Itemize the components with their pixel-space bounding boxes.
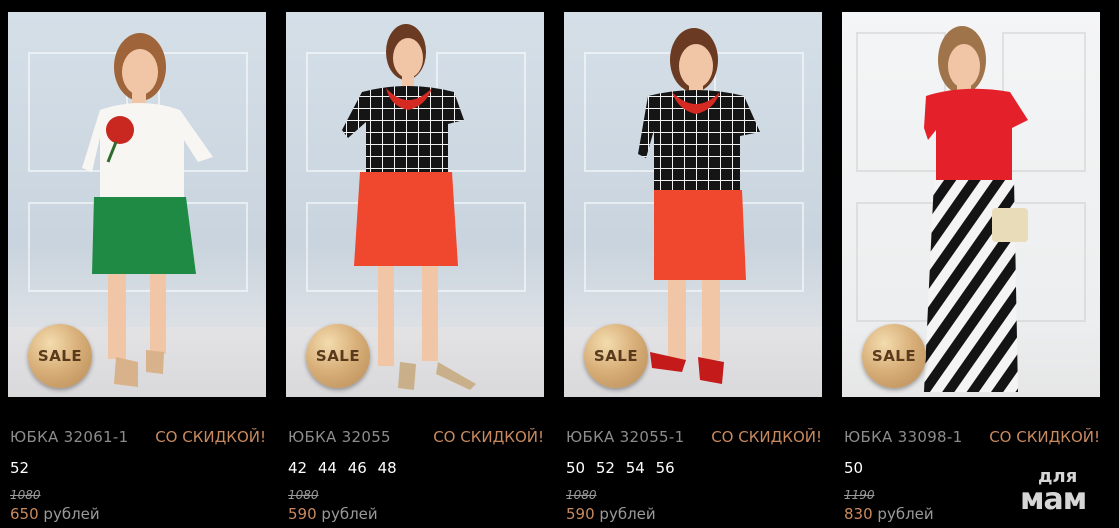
old-price: 1190 <box>844 488 875 502</box>
product-name[interactable]: ЮБКА 32055 <box>288 428 391 446</box>
sizes-list: 42 44 46 48 <box>288 459 397 477</box>
sale-badge: SALE <box>28 324 92 388</box>
product-card: SALE ЮБКА 33098-1 СО СКИДКОЙ! 50 1190 83… <box>842 0 1100 528</box>
watermark-logo: для мам <box>1018 466 1108 526</box>
price-value: 590 <box>288 505 317 523</box>
discount-label: СО СКИДКОЙ! <box>711 428 822 446</box>
product-card: SALE ЮБКА 32061-1 СО СКИДКОЙ! 52 1080 65… <box>8 0 266 528</box>
product-photo[interactable]: SALE <box>286 12 544 397</box>
discount-label: СО СКИДКОЙ! <box>433 428 544 446</box>
product-name[interactable]: ЮБКА 33098-1 <box>844 428 962 446</box>
current-price: 650 рублей <box>10 505 100 523</box>
sale-badge: SALE <box>862 324 926 388</box>
sizes-list: 52 <box>10 459 30 477</box>
product-name[interactable]: ЮБКА 32061-1 <box>10 428 128 446</box>
product-card: SALE ЮБКА 32055-1 СО СКИДКОЙ! 50 52 54 5… <box>564 0 822 528</box>
price-value: 650 <box>10 505 39 523</box>
price-currency: рублей <box>877 505 934 523</box>
price-currency: рублей <box>321 505 378 523</box>
current-price: 590 рублей <box>566 505 656 523</box>
price-value: 590 <box>566 505 595 523</box>
old-price: 1080 <box>10 488 41 502</box>
current-price: 830 рублей <box>844 505 934 523</box>
current-price: 590 рублей <box>288 505 378 523</box>
old-price: 1080 <box>288 488 319 502</box>
watermark-bottom: мам <box>1020 482 1087 517</box>
product-photo[interactable]: SALE <box>564 12 822 397</box>
product-card: SALE ЮБКА 32055 СО СКИДКОЙ! 42 44 46 48 … <box>286 0 544 528</box>
product-name[interactable]: ЮБКА 32055-1 <box>566 428 684 446</box>
discount-label: СО СКИДКОЙ! <box>989 428 1100 446</box>
sale-badge: SALE <box>306 324 370 388</box>
product-grid: SALE ЮБКА 32061-1 СО СКИДКОЙ! 52 1080 65… <box>0 0 1119 528</box>
discount-label: СО СКИДКОЙ! <box>155 428 266 446</box>
sizes-list: 50 52 54 56 <box>566 459 675 477</box>
sizes-list: 50 <box>844 459 864 477</box>
price-value: 830 <box>844 505 873 523</box>
product-photo[interactable]: SALE <box>8 12 266 397</box>
product-photo[interactable]: SALE <box>842 12 1100 397</box>
old-price: 1080 <box>566 488 597 502</box>
price-currency: рублей <box>43 505 100 523</box>
price-currency: рублей <box>599 505 656 523</box>
sale-badge: SALE <box>584 324 648 388</box>
